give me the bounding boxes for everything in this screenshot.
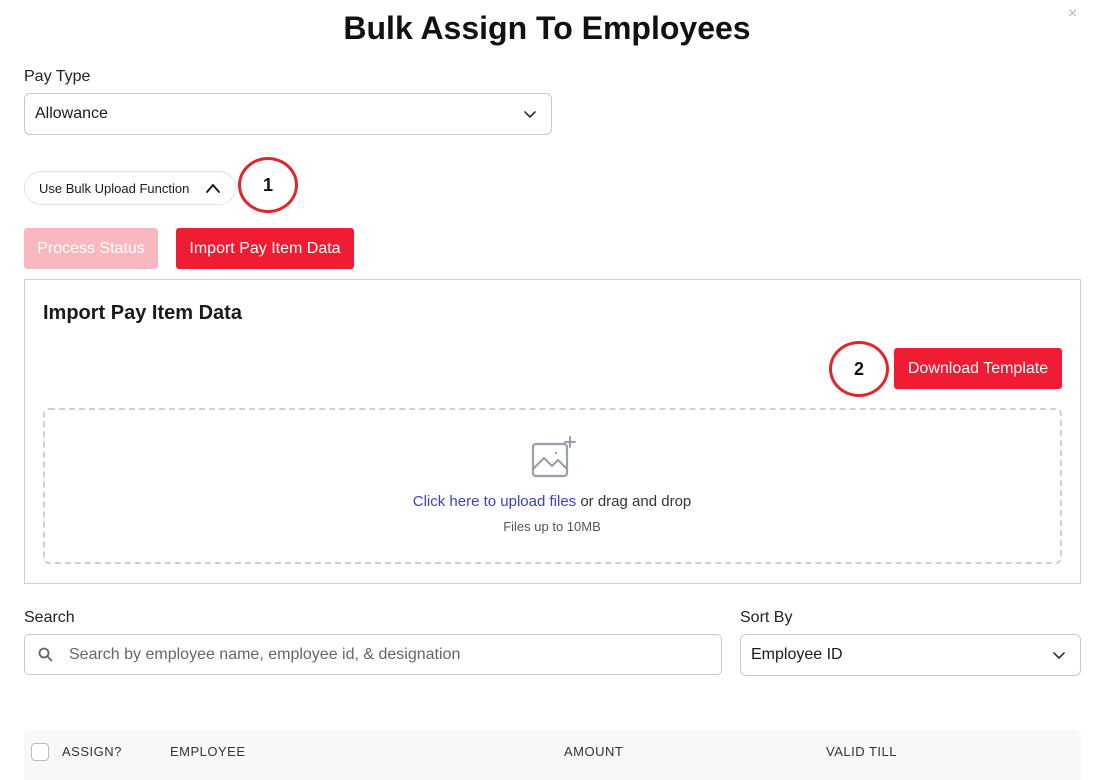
search-field[interactable] — [24, 634, 722, 675]
upload-files-link[interactable]: Click here to upload files — [413, 493, 576, 510]
chevron-up-icon — [206, 184, 220, 193]
dropzone-drag-text: or drag and drop — [576, 493, 692, 510]
pay-type-select[interactable]: Allowance — [24, 93, 552, 135]
import-panel-title: Import Pay Item Data — [43, 302, 242, 324]
sort-by-value: Employee ID — [751, 646, 843, 663]
annotation-marker-2: 2 — [829, 341, 889, 397]
chevron-down-icon — [1053, 652, 1065, 659]
column-header-amount: Amount — [564, 744, 624, 759]
pay-type-label: Pay Type — [24, 68, 91, 85]
column-header-assign: Assign? — [62, 744, 122, 759]
sort-by-label: Sort By — [740, 609, 793, 626]
annotation-marker-1: 1 — [238, 157, 298, 213]
modal-title: Bulk Assign To Employees — [343, 10, 751, 46]
file-dropzone[interactable] — [43, 408, 1062, 564]
bulk-upload-toggle[interactable]: Use Bulk Upload Function — [24, 171, 236, 205]
process-status-button[interactable]: Process Status — [24, 228, 158, 269]
dropzone-file-hint: Files up to 10MB — [503, 519, 601, 534]
pay-type-value: Allowance — [35, 105, 108, 122]
import-pay-item-tab-button[interactable]: Import Pay Item Data — [176, 228, 354, 269]
search-icon — [38, 647, 53, 662]
search-label: Search — [24, 609, 75, 626]
dropzone-instructions: Click here to upload files or drag and d… — [0, 493, 1104, 510]
bulk-upload-label: Use Bulk Upload Function — [39, 180, 190, 196]
select-all-checkbox[interactable] — [31, 743, 49, 761]
column-header-valid-till: Valid Till — [826, 744, 897, 759]
column-header-employee: Employee — [170, 744, 246, 759]
sort-by-select[interactable]: Employee ID — [740, 634, 1081, 676]
image-upload-icon — [531, 436, 576, 478]
search-input[interactable] — [69, 635, 709, 674]
chevron-down-icon — [524, 111, 536, 118]
download-template-button[interactable]: Download Template — [894, 348, 1062, 389]
